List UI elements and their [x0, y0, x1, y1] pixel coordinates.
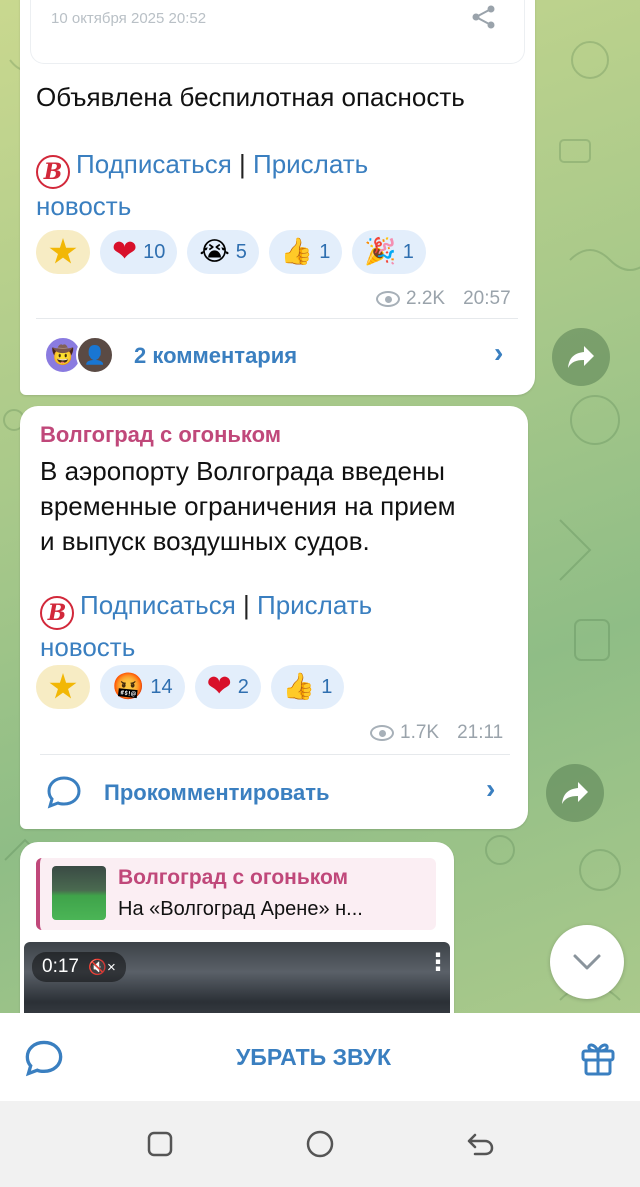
home-icon[interactable]: [305, 1129, 335, 1159]
star-icon: [49, 238, 77, 264]
video-duration: 0:17: [42, 956, 79, 977]
more-menu-icon[interactable]: ⋮: [426, 951, 450, 975]
forwarded-preview-card: 10 октября 2025 20:52: [30, 0, 525, 64]
share-icon[interactable]: [471, 4, 497, 30]
reaction-count: 10: [143, 240, 166, 263]
forward-arrow-icon: [568, 346, 594, 368]
recent-apps-icon[interactable]: [146, 1130, 174, 1158]
forward-button[interactable]: [552, 328, 610, 386]
channel-name[interactable]: Волгоград с огоньком: [40, 422, 281, 448]
forward-arrow-icon: [562, 782, 588, 804]
comment-bubble-icon: [47, 776, 81, 809]
comments-button[interactable]: 🤠 👤 2 комментария ›: [20, 319, 535, 395]
system-navigation-bar: [0, 1101, 640, 1187]
separator: |: [243, 590, 250, 620]
message-meta: 2.2K 20:57: [376, 288, 511, 310]
reply-preview[interactable]: Волгоград с огоньком На «Волгоград Арене…: [36, 858, 436, 930]
bottom-action-bar: УБРАТЬ ЗВУК: [0, 1013, 640, 1101]
reaction-star[interactable]: [36, 230, 90, 274]
comments-count-label: 2 комментария: [134, 343, 298, 368]
comment-action-label: Прокомментировать: [104, 780, 330, 805]
channel-logo-icon: B: [36, 155, 70, 189]
star-icon: [49, 673, 77, 699]
unmute-button[interactable]: УБРАТЬ ЗВУК: [236, 1044, 391, 1071]
party-popper-icon: 🎉: [364, 237, 397, 267]
thumbs-up-icon: 👍: [280, 237, 314, 267]
message-time: 20:57: [463, 288, 511, 309]
message-meta: 1.7K 21:11: [370, 722, 503, 744]
scroll-down-button[interactable]: [550, 925, 624, 999]
reply-thumbnail: [52, 866, 106, 920]
reaction-crying[interactable]: 😭 5: [187, 230, 259, 274]
back-icon[interactable]: [465, 1131, 495, 1157]
reaction-count: 14: [150, 675, 173, 698]
thumbs-up-icon: 👍: [282, 672, 316, 702]
chevron-right-icon: ›: [486, 773, 496, 804]
subscribe-line: B Подписаться | Прислать новость: [36, 147, 516, 223]
separator: |: [239, 149, 246, 179]
views-icon: [376, 291, 400, 307]
chevron-down-icon: [573, 954, 601, 970]
avatar: 👤: [76, 336, 114, 374]
comment-button[interactable]: Прокомментировать ›: [20, 755, 528, 829]
heart-icon: ❤: [112, 235, 138, 268]
chevron-right-icon: ›: [494, 337, 504, 368]
reaction-swearing[interactable]: 🤬 14: [100, 665, 185, 709]
reaction-party[interactable]: 🎉 1: [352, 230, 426, 274]
heart-icon: ❤: [206, 670, 232, 703]
reaction-count: 5: [235, 240, 247, 263]
reaction-count: 1: [319, 240, 331, 263]
message-bubble-1[interactable]: 10 октября 2025 20:52 Объявлена беспилот…: [20, 0, 535, 395]
crying-face-icon: 😭: [199, 237, 230, 267]
message-text: В аэропорту Волгограда введены временные…: [40, 456, 456, 556]
message-bubble-2[interactable]: Волгоград с огоньком В аэропорту Волгогр…: [20, 406, 528, 829]
reaction-heart[interactable]: ❤ 2: [194, 665, 261, 709]
reactions-row: 🤬 14 ❤ 2 👍 1: [36, 665, 345, 709]
forward-button[interactable]: [546, 764, 604, 822]
views-count: 2.2K: [406, 288, 446, 309]
reaction-count: 2: [237, 675, 249, 698]
views-count: 1.7K: [400, 722, 440, 743]
preview-date: 10 октября 2025 20:52: [51, 10, 207, 27]
reaction-thumbs-up[interactable]: 👍 1: [268, 230, 343, 274]
gift-icon[interactable]: [580, 1039, 616, 1077]
views-icon: [370, 725, 394, 741]
video-duration-badge: 0:17 🔇×: [32, 952, 126, 982]
reaction-thumbs-up[interactable]: 👍 1: [270, 665, 345, 709]
reaction-count: 1: [402, 240, 414, 263]
swearing-face-icon: 🤬: [112, 672, 145, 702]
subscribe-link[interactable]: Подписаться: [80, 590, 236, 620]
subscribe-line: B Подписаться | Прислать новость: [40, 588, 520, 664]
subscribe-link[interactable]: Подписаться: [76, 149, 232, 179]
message-time: 21:11: [457, 722, 504, 743]
comment-bubble-icon[interactable]: [24, 1039, 64, 1077]
message-bubble-3[interactable]: Волгоград с огоньком На «Волгоград Арене…: [20, 842, 454, 1042]
reaction-count: 1: [321, 675, 333, 698]
channel-logo-icon: B: [40, 596, 74, 630]
reply-channel-name: Волгоград с огоньком: [118, 866, 349, 889]
reaction-star[interactable]: [36, 665, 90, 709]
muted-icon: 🔇×: [88, 959, 116, 976]
reactions-row: ❤ 10 😭 5 👍 1 🎉 1: [36, 230, 426, 274]
reply-text: На «Волгоград Арене» н...: [118, 898, 363, 920]
reaction-heart[interactable]: ❤ 10: [100, 230, 178, 274]
message-text: Объявлена беспилотная опасность: [36, 82, 465, 112]
